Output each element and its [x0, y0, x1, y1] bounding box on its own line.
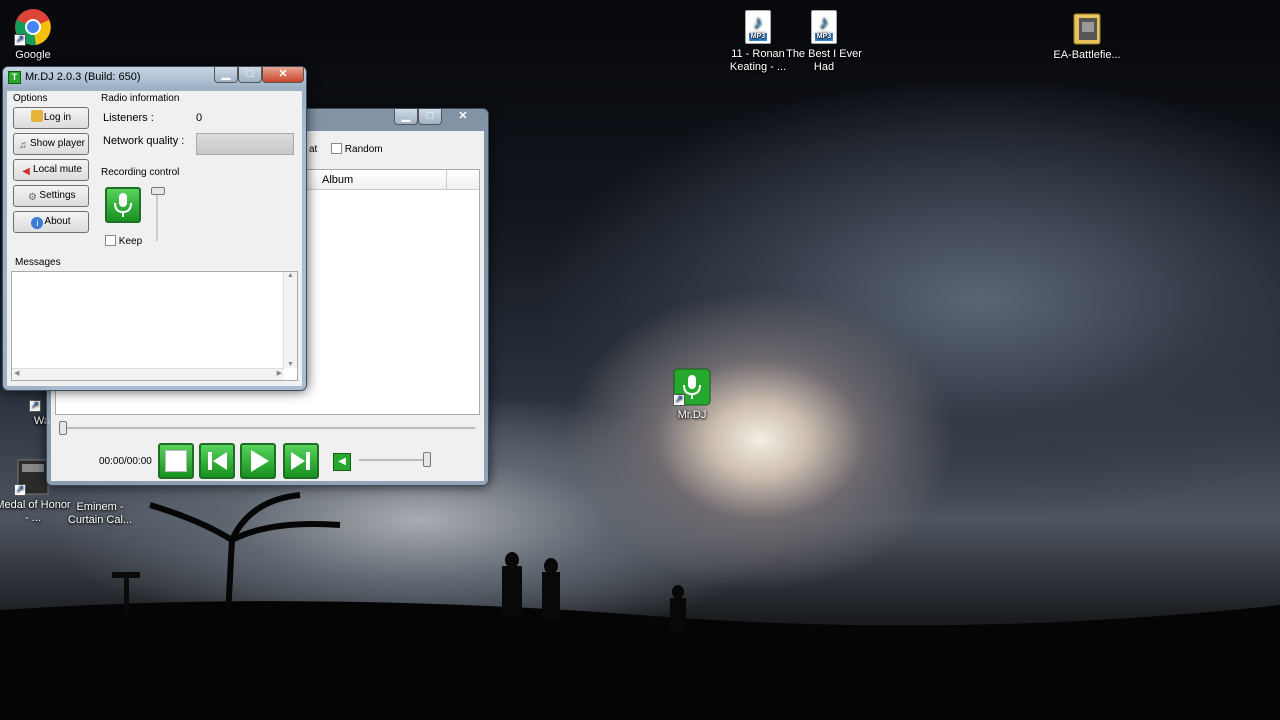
random-checkbox[interactable]: Random: [331, 143, 383, 155]
previous-button[interactable]: [199, 443, 235, 479]
gear-icon: ⚙: [27, 192, 37, 203]
microphone-app-icon: ↗: [673, 368, 711, 406]
microphone-icon: [114, 193, 132, 217]
radio-info-label: Radio information: [101, 93, 180, 104]
random-checkbox-box[interactable]: [331, 143, 342, 154]
chrome-icon: ↗: [14, 8, 52, 46]
seek-slider[interactable]: [59, 421, 475, 435]
folder-icon: [1068, 8, 1106, 46]
about-button[interactable]: i About: [13, 211, 89, 233]
shortcut-arrow-icon: ↗: [14, 34, 26, 46]
vertical-scrollbar[interactable]: ▲ ▼: [283, 272, 297, 368]
local-mute-button[interactable]: ◀ Local mute: [13, 159, 89, 181]
maximize-button[interactable]: □: [238, 67, 262, 83]
close-button[interactable]: ✕: [442, 109, 484, 125]
mrdj-window: T Mr.DJ 2.0.3 (Build: 650) ▁ □ ✕ Options…: [2, 66, 307, 391]
keep-label: Keep: [118, 236, 143, 247]
desktop-icon-ea[interactable]: EA-Battlefie...: [1047, 8, 1127, 62]
stop-icon: [165, 450, 187, 472]
window-title: Mr.DJ 2.0.3 (Build: 650): [25, 71, 141, 83]
scroll-left-arrow-icon[interactable]: ◀: [14, 369, 19, 377]
listeners-label: Listeners :: [103, 112, 154, 124]
shortcut-arrow-icon: ↗: [14, 484, 26, 496]
shortcut-arrow-icon: ↗: [673, 394, 685, 406]
recording-level-slider[interactable]: [151, 187, 165, 241]
login-button[interactable]: Log in: [13, 107, 89, 129]
recording-level-thumb[interactable]: [151, 187, 165, 195]
settings-button[interactable]: ⚙ Settings: [13, 185, 89, 207]
scroll-right-arrow-icon[interactable]: ▶: [277, 369, 282, 377]
shortcut-arrow-icon: ↗: [29, 400, 41, 412]
scroll-up-arrow-icon[interactable]: ▲: [284, 272, 297, 279]
desktop-icon-google[interactable]: ↗ Google: [0, 8, 73, 62]
key-icon: [30, 110, 43, 122]
seek-thumb[interactable]: [59, 421, 67, 435]
messages-label: Messages: [15, 257, 61, 268]
horizontal-scrollbar[interactable]: ◀ ▶: [12, 368, 284, 380]
stop-button[interactable]: [158, 443, 194, 479]
desktop-icon-label: The Best I Ever Had: [786, 48, 862, 73]
options-label: Options: [13, 93, 48, 104]
volume-icon[interactable]: ◀: [333, 453, 351, 471]
keep-checkbox[interactable]: Keep: [105, 235, 142, 247]
record-microphone-button[interactable]: [105, 187, 141, 223]
speaker-mute-icon: ◀: [22, 166, 30, 177]
desktop-icon-label: EA-Battlefie...: [1053, 49, 1121, 61]
volume-slider[interactable]: [359, 452, 431, 467]
mp3-file-icon: ♪ MP3: [811, 10, 837, 44]
info-icon: i: [31, 217, 44, 229]
maximize-button[interactable]: □: [418, 109, 442, 125]
play-button[interactable]: [240, 443, 276, 479]
keep-checkbox-box[interactable]: [105, 235, 116, 246]
random-label: Random: [344, 144, 383, 155]
play-icon: [251, 450, 269, 472]
music-note-icon: ♫: [19, 140, 27, 151]
network-quality-bar: [196, 133, 294, 155]
scroll-down-arrow-icon[interactable]: ▼: [284, 361, 297, 368]
desktop-icon-label: Mr.DJ: [677, 409, 707, 421]
desktop-icon-label: Google: [15, 49, 51, 61]
time-display: 00:00/00:00: [99, 456, 152, 467]
network-quality-label: Network quality :: [103, 135, 185, 147]
recording-control-label: Recording control: [101, 167, 180, 178]
column-divider: [446, 170, 447, 190]
minimize-button[interactable]: ▁: [394, 109, 418, 125]
repeat-checkbox-label: at: [309, 144, 318, 155]
desktop-icon-label: Eminem - Curtain Cal...: [67, 501, 133, 526]
next-button[interactable]: [283, 443, 319, 479]
minimize-button[interactable]: ▁: [214, 67, 238, 83]
close-button[interactable]: ✕: [262, 67, 304, 83]
mp3-file-icon: ♪ MP3: [745, 10, 771, 44]
next-icon: [291, 452, 310, 470]
mrdj-titlebar: T Mr.DJ 2.0.3 (Build: 650) ▁ □ ✕: [3, 67, 306, 87]
show-player-button[interactable]: ♫ Show player: [13, 133, 89, 155]
messages-box[interactable]: ▲ ▼ ◀ ▶: [11, 271, 298, 381]
desktop-icon-mrdj[interactable]: ↗ Mr.DJ: [652, 368, 732, 422]
previous-icon: [208, 452, 227, 470]
desktop-icon-mp3-best[interactable]: ♪ MP3 The Best I Ever Had: [784, 10, 864, 74]
listeners-value: 0: [196, 112, 203, 124]
column-header-album[interactable]: Album: [322, 174, 353, 186]
app-icon: T: [8, 71, 21, 84]
volume-thumb[interactable]: [423, 452, 431, 467]
mrdj-body: Options Log in ♫ Show player ◀ Local mute …: [7, 91, 302, 386]
